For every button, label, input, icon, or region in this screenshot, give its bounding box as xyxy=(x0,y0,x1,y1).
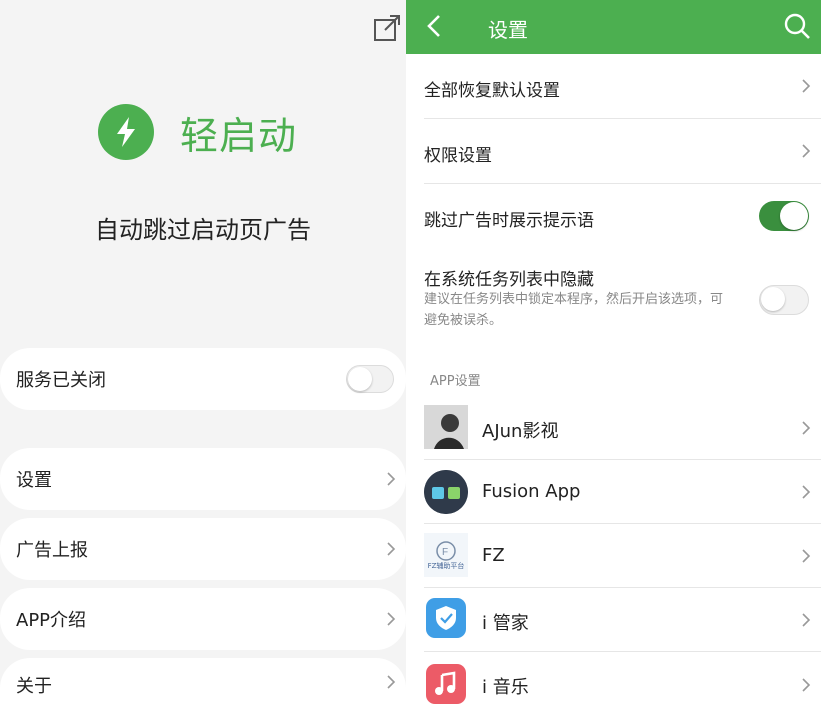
menu-item-about[interactable]: 关于 xyxy=(0,658,406,710)
app-row[interactable]: AJun影视 xyxy=(424,396,821,460)
service-status-label: 服务已关闭 xyxy=(16,370,106,391)
setting-restore-defaults[interactable]: 全部恢复默认设置 xyxy=(424,54,821,119)
setting-hide-in-tasks: 在系统任务列表中隐藏 建议在任务列表中锁定本程序，然后开启该选项，可避免被误杀。 xyxy=(424,249,821,345)
page-title: 设置 xyxy=(488,18,528,42)
chevron-right-icon xyxy=(802,79,811,93)
setting-label: 全部恢复默认设置 xyxy=(424,81,560,101)
app-row[interactable]: Fusion App xyxy=(424,460,821,524)
back-arrow-icon[interactable] xyxy=(424,12,446,40)
open-external-icon[interactable] xyxy=(373,14,401,42)
chevron-right-icon xyxy=(802,144,811,158)
setting-permissions[interactable]: 权限设置 xyxy=(424,119,821,184)
app-name: Fusion App xyxy=(482,481,581,502)
app-row[interactable]: i 管家 xyxy=(424,588,821,652)
setting-description: 建议在任务列表中锁定本程序，然后开启该选项，可避免被误杀。 xyxy=(424,292,724,328)
chevron-right-icon xyxy=(802,420,811,435)
lightning-icon xyxy=(98,104,154,160)
app-name: AJun影视 xyxy=(482,421,559,442)
brand: 轻启动 xyxy=(98,104,297,160)
setting-show-tip: 跳过广告时展示提示语 xyxy=(424,184,821,249)
top-bar: 设置 xyxy=(406,0,821,54)
service-toggle[interactable] xyxy=(346,365,394,393)
chevron-right-icon xyxy=(802,678,811,692)
menu-item-label: 设置 xyxy=(16,470,52,491)
app-row[interactable]: i 音乐 xyxy=(424,652,821,710)
setting-label: 在系统任务列表中隐藏 xyxy=(424,270,594,290)
shield-app-icon xyxy=(426,598,466,638)
chevron-right-icon xyxy=(802,548,811,563)
section-header: APP设置 xyxy=(430,374,481,389)
app-name: FZ xyxy=(482,545,505,566)
chevron-right-icon xyxy=(802,612,811,627)
menu-item-settings[interactable]: 设置 xyxy=(0,448,406,510)
menu-item-label: APP介绍 xyxy=(16,610,87,631)
chevron-right-icon xyxy=(387,675,396,689)
right-panel: 设置 全部恢复默认设置 权限设置 跳过广告时展示提示语 在系统任务列表中隐藏 建… xyxy=(406,0,821,710)
fusion-app-icon xyxy=(424,470,468,514)
app-row[interactable]: F FZ辅助平台 FZ xyxy=(424,524,821,588)
setting-label: 跳过广告时展示提示语 xyxy=(424,211,594,231)
ajun-app-icon xyxy=(424,405,468,449)
menu-item-label: 广告上报 xyxy=(16,540,88,561)
fz-app-icon: F FZ辅助平台 xyxy=(424,533,468,577)
tagline: 自动跳过启动页广告 xyxy=(95,216,311,244)
chevron-right-icon xyxy=(387,542,396,556)
setting-label: 权限设置 xyxy=(424,146,492,166)
svg-text:F: F xyxy=(442,547,448,558)
menu-item-ad-report[interactable]: 广告上报 xyxy=(0,518,406,580)
menu-item-label: 关于 xyxy=(16,676,52,697)
music-app-icon xyxy=(426,664,466,704)
search-icon[interactable] xyxy=(783,12,811,40)
chevron-right-icon xyxy=(802,484,811,499)
app-name: i 音乐 xyxy=(482,677,529,698)
service-status-card: 服务已关闭 xyxy=(0,348,406,410)
fz-icon-caption: FZ辅助平台 xyxy=(427,561,465,570)
hide-in-tasks-toggle[interactable] xyxy=(759,285,809,315)
menu-item-app-intro[interactable]: APP介绍 xyxy=(0,588,406,650)
left-panel: 轻启动 自动跳过启动页广告 服务已关闭 设置 广告上报 APP介绍 关于 xyxy=(0,0,406,710)
show-tip-toggle[interactable] xyxy=(759,201,809,231)
app-name: i 管家 xyxy=(482,613,529,634)
chevron-right-icon xyxy=(387,612,396,626)
chevron-right-icon xyxy=(387,472,396,486)
brand-name: 轻启动 xyxy=(180,113,298,158)
